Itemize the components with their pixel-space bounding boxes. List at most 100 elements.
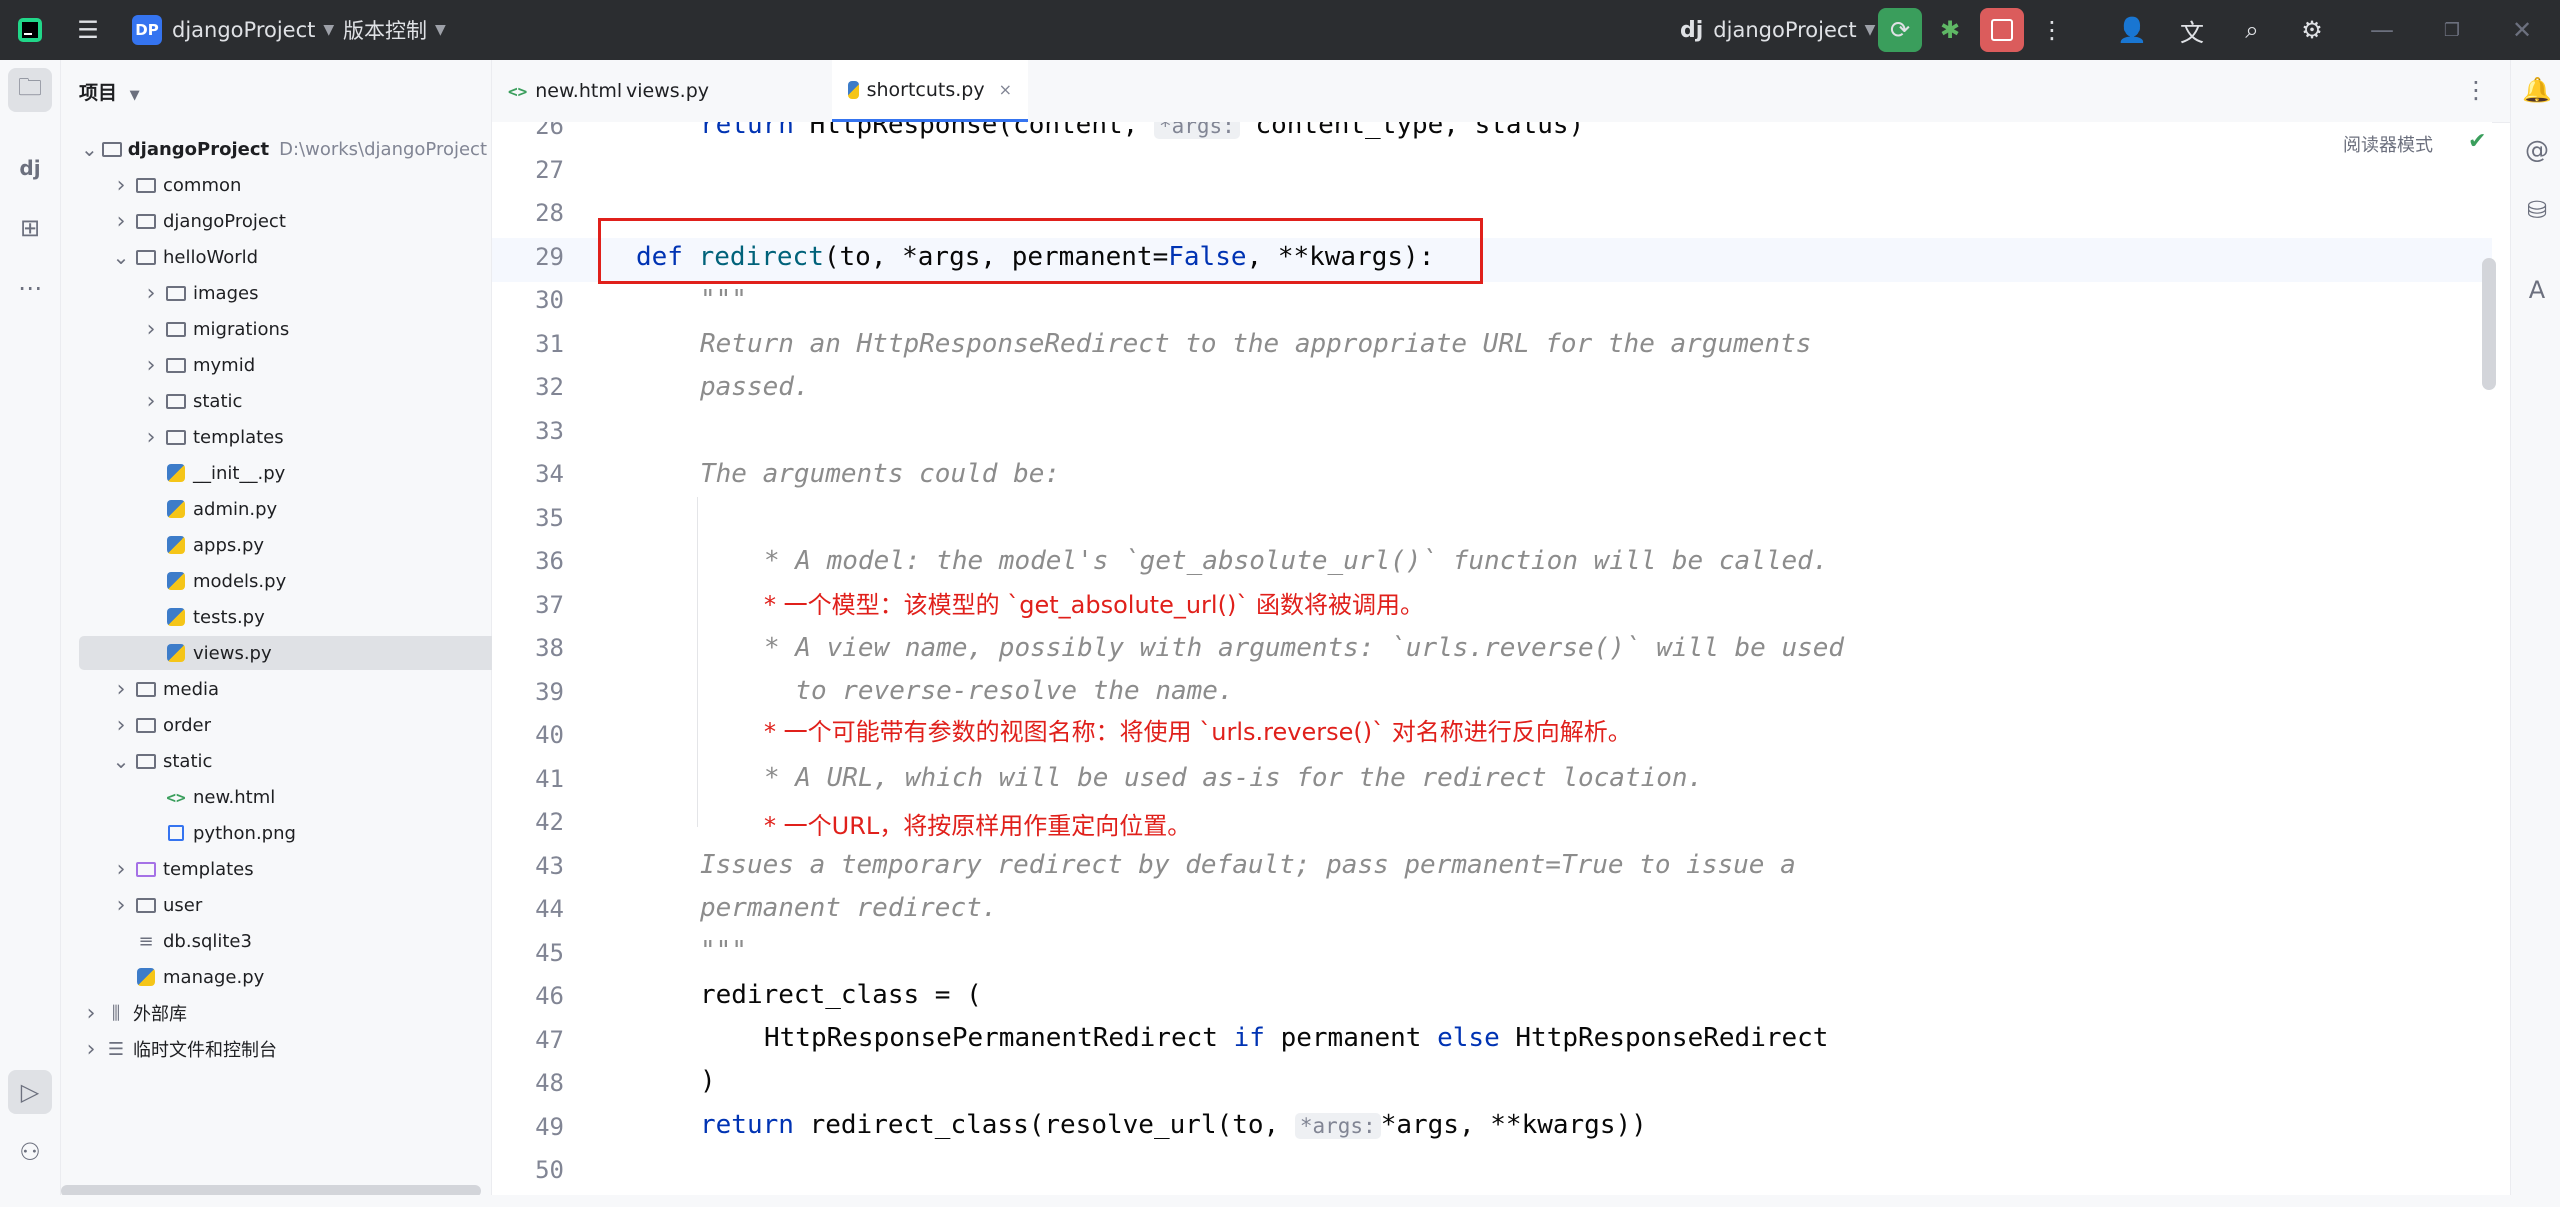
tree-item[interactable]: › templates: [81, 420, 541, 454]
tree-item[interactable]: tests.py: [81, 600, 541, 634]
no-problems-check-icon[interactable]: ✔: [2468, 129, 2486, 154]
line-number[interactable]: 45: [492, 939, 564, 967]
restore-icon[interactable]: ❐: [2430, 8, 2474, 52]
ai-assistant-icon[interactable]: @: [2517, 130, 2557, 170]
chevron-right-icon[interactable]: ›: [111, 893, 131, 918]
chevron-right-icon[interactable]: ›: [111, 173, 131, 198]
tab-new-html[interactable]: <> new.html: [492, 60, 622, 122]
notifications-bell-icon[interactable]: 🔔: [2517, 70, 2557, 110]
line-number[interactable]: 47: [492, 1026, 564, 1054]
reader-mode-button[interactable]: 阅读器模式: [2343, 131, 2433, 157]
chevron-down-icon[interactable]: ⌄: [111, 245, 131, 269]
line-number[interactable]: 41: [492, 765, 564, 793]
tree-item[interactable]: › user: [81, 888, 511, 922]
line-number[interactable]: 39: [492, 678, 564, 706]
line-number[interactable]: 38: [492, 634, 564, 662]
line-number[interactable]: 34: [492, 460, 564, 488]
line-number[interactable]: 44: [492, 895, 564, 923]
tree-item[interactable]: › common: [81, 168, 511, 202]
tree-item[interactable]: models.py: [81, 564, 541, 598]
chevron-down-icon[interactable]: ⌄: [111, 749, 131, 773]
tree-item[interactable]: › order: [81, 708, 511, 742]
project-panel-header[interactable]: 项目 ▼: [79, 78, 140, 105]
tree-item[interactable]: manage.py: [81, 960, 511, 994]
debug-button[interactable]: ✱: [1928, 8, 1972, 52]
tree-item[interactable]: › ☰ 临时文件和控制台: [81, 1032, 481, 1066]
project-switcher[interactable]: DP djangoProject ▼: [132, 0, 334, 60]
chevron-right-icon[interactable]: ›: [141, 281, 161, 306]
line-number[interactable]: 37: [492, 591, 564, 619]
minimize-icon[interactable]: —: [2360, 8, 2404, 52]
line-number[interactable]: 43: [492, 852, 564, 880]
vertical-scrollbar[interactable]: [2482, 258, 2496, 390]
more-actions-icon[interactable]: ⋮: [2030, 8, 2074, 52]
project-folder-icon[interactable]: 🗀: [8, 68, 52, 112]
tab-options-icon[interactable]: ⋮: [2464, 76, 2488, 104]
line-number[interactable]: 40: [492, 721, 564, 749]
chevron-down-icon[interactable]: ⌄: [81, 137, 98, 161]
line-number[interactable]: 26: [492, 122, 564, 140]
vcs-menu[interactable]: 版本控制 ▼: [343, 0, 446, 60]
line-number[interactable]: 48: [492, 1069, 564, 1097]
tree-item[interactable]: › media: [81, 672, 511, 706]
run-icon[interactable]: ▷: [8, 1070, 52, 1114]
tree-item[interactable]: ≡ db.sqlite3: [81, 924, 511, 958]
translate-icon[interactable]: 文: [2170, 8, 2214, 52]
tab-shortcuts-py[interactable]: shortcuts.py ×: [832, 60, 1028, 122]
line-number[interactable]: 50: [492, 1156, 564, 1184]
tree-item[interactable]: › images: [81, 276, 541, 310]
tab-views-py[interactable]: views.py: [602, 60, 710, 122]
tree-item[interactable]: admin.py: [81, 492, 541, 526]
line-number[interactable]: 42: [492, 808, 564, 836]
chevron-right-icon[interactable]: ›: [111, 713, 131, 738]
tree-item[interactable]: › templates: [81, 852, 511, 886]
chevron-right-icon[interactable]: ›: [141, 389, 161, 414]
line-number[interactable]: 28: [492, 199, 564, 227]
rerun-button[interactable]: ⟳: [1878, 8, 1922, 52]
line-number[interactable]: 49: [492, 1113, 564, 1141]
tree-item[interactable]: <> new.html: [81, 780, 541, 814]
chevron-right-icon[interactable]: ›: [111, 857, 131, 882]
search-icon[interactable]: ⌕: [2230, 8, 2274, 52]
chevron-right-icon[interactable]: ›: [81, 1037, 101, 1062]
line-number[interactable]: 30: [492, 286, 564, 314]
tree-item[interactable]: views.py: [79, 636, 535, 670]
chevron-right-icon[interactable]: ›: [111, 677, 131, 702]
add-user-icon[interactable]: 👤: [2110, 8, 2154, 52]
settings-gear-icon[interactable]: ⚙: [2290, 8, 2334, 52]
structure-icon[interactable]: ⊞: [8, 206, 52, 250]
close-tab-icon[interactable]: ×: [999, 80, 1012, 99]
database-icon[interactable]: ⛁: [2517, 190, 2557, 230]
python-console-icon[interactable]: ⚇: [8, 1130, 52, 1174]
tree-item[interactable]: apps.py: [81, 528, 541, 562]
chevron-right-icon[interactable]: ›: [111, 209, 131, 234]
line-number[interactable]: 46: [492, 982, 564, 1010]
tree-item[interactable]: python.png: [81, 816, 541, 850]
line-number[interactable]: 36: [492, 547, 564, 575]
tree-item[interactable]: › static: [81, 384, 541, 418]
tree-item[interactable]: › mymid: [81, 348, 541, 382]
line-number[interactable]: 33: [492, 417, 564, 445]
tree-item[interactable]: ⌄ helloWorld: [81, 240, 511, 274]
line-number[interactable]: 32: [492, 373, 564, 401]
tree-item[interactable]: › djangoProject: [81, 204, 511, 238]
more-tools-icon[interactable]: ⋯: [8, 266, 52, 310]
chevron-right-icon[interactable]: ›: [141, 317, 161, 342]
tree-item[interactable]: › migrations: [81, 312, 541, 346]
close-window-icon[interactable]: ✕: [2500, 8, 2544, 52]
stop-button[interactable]: [1980, 8, 2024, 52]
tree-item[interactable]: ⌄ djangoProject D:\works\djangoProject: [81, 132, 487, 166]
chevron-right-icon[interactable]: ›: [81, 1001, 101, 1026]
chevron-right-icon[interactable]: ›: [141, 353, 161, 378]
main-menu-icon[interactable]: ☰: [66, 8, 110, 52]
tree-item[interactable]: __init__.py: [81, 456, 541, 490]
line-number[interactable]: 27: [492, 156, 564, 184]
line-number[interactable]: 35: [492, 504, 564, 532]
line-number[interactable]: 31: [492, 330, 564, 358]
line-number[interactable]: 29: [492, 243, 564, 271]
tree-item[interactable]: ⌄ static: [81, 744, 511, 778]
django-structure-icon[interactable]: dj: [8, 146, 52, 190]
run-config-selector[interactable]: dj djangoProject ▼: [1680, 0, 1875, 60]
chevron-right-icon[interactable]: ›: [141, 425, 161, 450]
translation-panel-icon[interactable]: A: [2517, 270, 2557, 310]
